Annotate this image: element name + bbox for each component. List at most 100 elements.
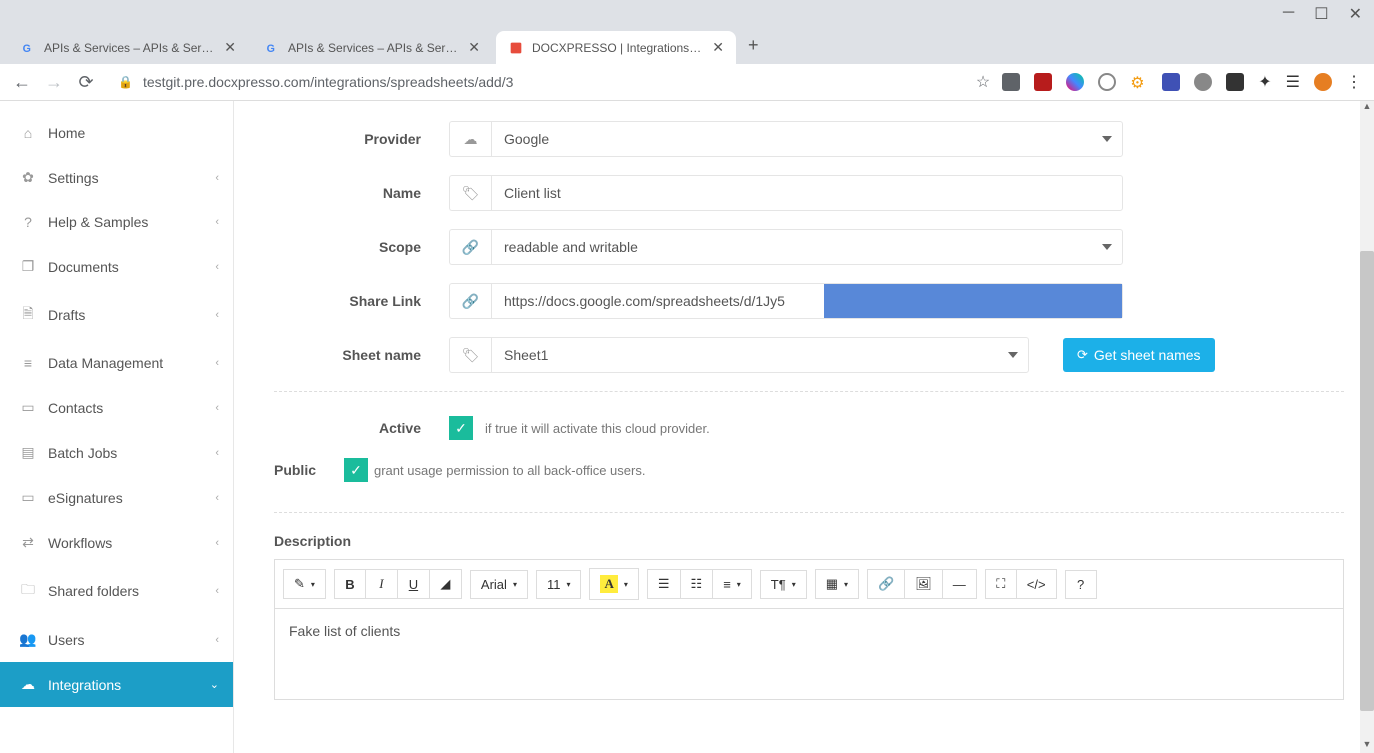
active-checkbox[interactable]: ✓ [449, 416, 473, 440]
sidebar-item-batch-jobs[interactable]: ▤ Batch Jobs ‹ [0, 430, 233, 475]
tab-close-icon[interactable]: ✕ [224, 39, 236, 56]
profile-avatar-icon[interactable] [1314, 73, 1332, 91]
public-checkbox[interactable]: ✓ [344, 458, 368, 482]
extension-icon[interactable] [1098, 73, 1116, 91]
extension-icon[interactable] [1162, 73, 1180, 91]
editor-underline-button[interactable]: U [398, 569, 430, 599]
lock-icon: 🔒 [118, 75, 133, 89]
chevron-left-icon: ‹ [215, 447, 219, 459]
browser-tab-active[interactable]: DOCXPRESSO | Integrations - Sp ✕ [496, 31, 736, 64]
reload-button[interactable]: ⟳ [76, 72, 96, 93]
sidebar-item-esignatures[interactable]: ▭ eSignatures ‹ [0, 475, 233, 520]
tab-close-icon[interactable]: ✕ [712, 39, 724, 56]
extension-icon[interactable] [1066, 73, 1084, 91]
editor-italic-button[interactable]: I [366, 569, 398, 599]
name-input[interactable] [491, 175, 1123, 211]
button-label: Get sheet names [1094, 347, 1201, 363]
editor-code-button[interactable]: </> [1017, 569, 1057, 599]
extension-icon[interactable] [1034, 73, 1052, 91]
form-row-public: Public ✓ grant usage permission to all b… [234, 458, 1344, 482]
extension-icon[interactable] [1194, 73, 1212, 91]
extension-icon[interactable] [1002, 73, 1020, 91]
extensions-puzzle-icon[interactable]: ✦ [1258, 72, 1271, 92]
cloud-icon: ☁ [18, 676, 38, 693]
provider-select[interactable]: Google [491, 121, 1123, 157]
url-box[interactable]: 🔒 testgit.pre.docxpresso.com/integration… [108, 70, 964, 94]
users-icon: 👥 [18, 631, 38, 648]
editor-ol-button[interactable]: ☷ [681, 569, 714, 599]
reading-list-icon[interactable]: ☰ [1286, 72, 1300, 92]
editor-help-button[interactable]: ? [1065, 570, 1097, 599]
google-icon: G [264, 40, 280, 56]
sidebar-item-contacts[interactable]: ▭ Contacts ‹ [0, 385, 233, 430]
form-row-active: Active ✓ if true it will activate this c… [274, 416, 1344, 440]
public-label: Public [234, 462, 344, 478]
sidebar-label: eSignatures [48, 490, 123, 506]
sidebar-item-documents[interactable]: ❐ Documents ‹ [0, 244, 233, 289]
sidebar-item-shared-folders[interactable]: 🗀 Shared folders ‹ [0, 565, 233, 617]
chevron-left-icon: ‹ [215, 402, 219, 414]
sidebar-item-workflows[interactable]: ⇄ Workflows ‹ [0, 520, 233, 565]
sidebar-item-home[interactable]: ⌂ Home [0, 111, 233, 155]
browser-tab[interactable]: G APIs & Services – APIs & Services ✕ [8, 31, 248, 64]
cloud-icon: ☁ [449, 121, 491, 157]
browser-menu-icon[interactable]: ⋮ [1346, 72, 1362, 92]
address-bar: ← → ⟳ 🔒 testgit.pre.docxpresso.com/integ… [0, 64, 1374, 101]
page-scrollbar[interactable]: ▲ ▼ [1360, 101, 1374, 753]
rich-text-editor: ✎▾ B I U ◢ Arial▾ 11▾ A▾ ☰ ☷ [274, 559, 1344, 700]
sheet-name-select[interactable]: Sheet1 [491, 337, 1029, 373]
chevron-left-icon: ‹ [215, 634, 219, 646]
scrollbar-thumb[interactable] [1360, 251, 1374, 711]
editor-content-area[interactable]: Fake list of clients [275, 609, 1343, 699]
chevron-left-icon: ‹ [215, 216, 219, 228]
window-minimize-icon[interactable]: ─ [1283, 4, 1294, 24]
active-help-text: if true it will activate this cloud prov… [485, 421, 710, 436]
editor-font-color-button[interactable]: A▾ [589, 568, 638, 600]
editor-magic-button[interactable]: ✎▾ [283, 569, 326, 599]
editor-eraser-button[interactable]: ◢ [430, 569, 462, 599]
scroll-up-icon[interactable]: ▲ [1360, 101, 1374, 115]
editor-hr-button[interactable]: — [943, 569, 977, 599]
sidebar-item-data-management[interactable]: ≡ Data Management ‹ [0, 341, 233, 385]
sheet-name-label: Sheet name [274, 347, 449, 363]
editor-font-size-select[interactable]: 11▾ [536, 570, 582, 599]
sidebar-item-help[interactable]: ? Help & Samples ‹ [0, 200, 233, 244]
extension-icon[interactable]: ⚙ [1130, 73, 1148, 91]
google-icon: G [20, 40, 36, 56]
editor-font-family-select[interactable]: Arial▾ [470, 570, 528, 599]
editor-fullscreen-button[interactable]: ⛶ [985, 569, 1017, 599]
sidebar-item-drafts[interactable]: 🗎 Drafts ‹ [0, 289, 233, 341]
sidebar-item-integrations[interactable]: ☁ Integrations ⌄ [0, 662, 233, 707]
tab-title: DOCXPRESSO | Integrations - Sp [532, 41, 704, 55]
scope-select[interactable]: readable and writable [491, 229, 1123, 265]
editor-bold-button[interactable]: B [334, 569, 366, 599]
window-maximize-icon[interactable]: ☐ [1314, 4, 1328, 24]
scroll-down-icon[interactable]: ▼ [1360, 739, 1374, 753]
tab-title: APIs & Services – APIs & Services [288, 41, 460, 55]
window-close-icon[interactable]: ✕ [1349, 4, 1362, 24]
editor-toolbar: ✎▾ B I U ◢ Arial▾ 11▾ A▾ ☰ ☷ [275, 560, 1343, 609]
editor-image-button[interactable]: 🖼 [905, 569, 943, 599]
main-content: Provider ☁ Google Name 🏷 Scope 🔗 readabl… [234, 101, 1374, 753]
name-label: Name [274, 185, 449, 201]
chevron-left-icon: ‹ [215, 537, 219, 549]
forward-button[interactable]: → [44, 72, 64, 93]
sidebar-item-settings[interactable]: ✿ Settings ‹ [0, 155, 233, 200]
editor-ul-button[interactable]: ☰ [647, 569, 681, 599]
editor-table-button[interactable]: ▦▾ [815, 569, 859, 599]
editor-align-button[interactable]: ≡▾ [713, 569, 752, 599]
sidebar-item-users[interactable]: 👥 Users ‹ [0, 617, 233, 662]
chevron-left-icon: ‹ [215, 492, 219, 504]
gear-icon: ✿ [18, 169, 38, 186]
url-text: testgit.pre.docxpresso.com/integrations/… [143, 74, 513, 90]
sidebar-label: Integrations [48, 677, 121, 693]
browser-tab[interactable]: G APIs & Services – APIs & Services ✕ [252, 31, 492, 64]
back-button[interactable]: ← [12, 72, 32, 93]
get-sheet-names-button[interactable]: ⟳ Get sheet names [1063, 338, 1215, 372]
extension-icon[interactable] [1226, 73, 1244, 91]
bookmark-star-icon[interactable]: ☆ [976, 72, 990, 92]
editor-text-style-button[interactable]: T¶▾ [760, 570, 807, 599]
editor-link-button[interactable]: 🔗 [867, 569, 905, 599]
new-tab-button[interactable]: + [740, 27, 767, 64]
tab-close-icon[interactable]: ✕ [468, 39, 480, 56]
